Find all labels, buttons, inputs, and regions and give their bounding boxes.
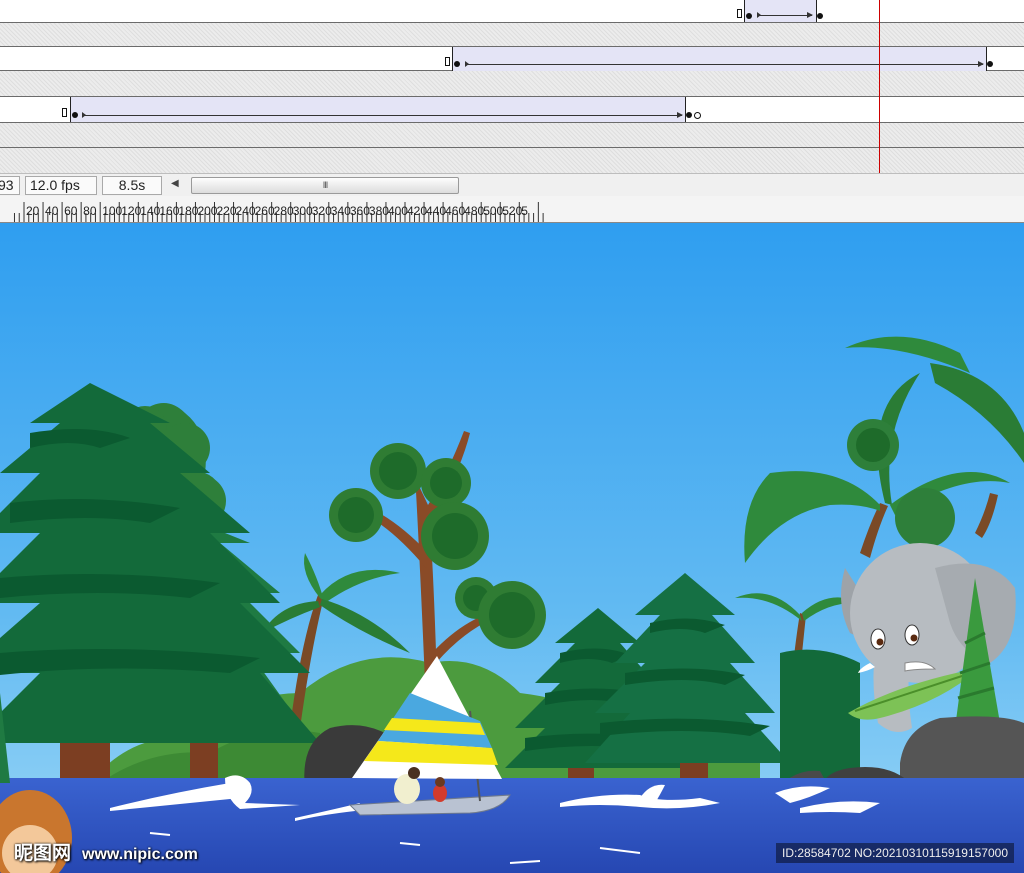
timeline-layer-row[interactable] — [0, 148, 1024, 173]
ruler-tick-label: 300 — [293, 204, 313, 218]
frame-rate-field[interactable]: 12.0 fps — [25, 176, 97, 195]
ruler-tick-label: 60 — [64, 204, 78, 218]
ruler-tick-label: 140 — [140, 204, 160, 218]
ruler-tick-label: 80 — [83, 204, 97, 218]
tween-arrow — [465, 61, 984, 67]
keyframe-marker[interactable] — [737, 9, 742, 18]
ruler-tick-label: 440 — [426, 204, 446, 218]
empty-keyframe[interactable] — [694, 112, 701, 119]
timeline-status-bar: 93 12.0 fps 8.5s ◀ III — [0, 173, 1024, 196]
ruler-tick-label: 340 — [331, 204, 351, 218]
ruler-tick-label: 360 — [350, 204, 370, 218]
ruler-tick-label: 500 — [483, 204, 503, 218]
timeline-layer-row[interactable] — [0, 0, 1024, 23]
horizontal-scrollbar-thumb[interactable]: III — [191, 177, 459, 194]
keyframe-dot[interactable] — [72, 112, 78, 118]
elapsed-time-field: 8.5s — [102, 176, 162, 195]
ruler-tick-label: 120 — [121, 204, 141, 218]
ruler-ticks: 20 40 60 80 100 120 140 160 180 200 220 240 260 280 30… — [13, 202, 544, 222]
ruler-tick-label: 520 — [502, 204, 522, 218]
ruler-tick-label: 200 — [197, 204, 217, 218]
stage-canvas[interactable]: 昵图网 www.nipic.com ID:28584702 NO:2021031… — [0, 223, 1024, 873]
watermark-id-badge: ID:28584702 NO:20210310115919157000 — [776, 843, 1014, 863]
keyframe-marker[interactable] — [62, 108, 67, 117]
keyframe-dot[interactable] — [817, 13, 823, 19]
playhead[interactable] — [879, 0, 880, 173]
ruler-tick-label: 380 — [369, 204, 389, 218]
watermark-url: www.nipic.com — [82, 846, 198, 863]
timeline-layer-row[interactable] — [0, 97, 1024, 123]
tween-arrow — [82, 112, 683, 118]
cartoon-scene — [0, 223, 1024, 873]
ruler-tick-label: 20 — [26, 204, 40, 218]
timeline-layer-row[interactable] — [0, 23, 1024, 47]
keyframe-dot[interactable] — [454, 61, 460, 67]
ruler-tick-label: 400 — [388, 204, 408, 218]
ruler-tick-label: 280 — [274, 204, 294, 218]
ruler-tick-label: 160 — [159, 204, 179, 218]
ruler-tick-label: 260 — [255, 204, 275, 218]
ruler-tick-label: 100 — [102, 204, 122, 218]
motion-tween-span[interactable] — [744, 0, 817, 22]
current-frame-field[interactable]: 93 — [0, 176, 20, 195]
keyframe-marker[interactable] — [445, 57, 450, 66]
ruler-tick-label: 220 — [217, 204, 237, 218]
ruler-tick-label: 460 — [445, 204, 465, 218]
ruler-tick-label: 420 — [407, 204, 427, 218]
ruler-tick-label: 5 — [521, 204, 528, 218]
keyframe-dot[interactable] — [746, 13, 752, 19]
timeline-layer-row[interactable] — [0, 123, 1024, 148]
timeline-panel — [0, 0, 1024, 173]
stage-ruler: 20 40 60 80 100 120 140 160 180 200 220 240 260 280 30… — [0, 196, 1024, 223]
ruler-tick-label: 480 — [464, 204, 484, 218]
timeline-layer-row[interactable] — [0, 71, 1024, 97]
timeline-layer-row[interactable] — [0, 47, 1024, 71]
keyframe-dot[interactable] — [987, 61, 993, 67]
watermark-logo: 昵图网 — [14, 843, 72, 864]
tween-arrow — [757, 12, 813, 18]
scroll-left-arrow-icon[interactable]: ◀ — [171, 178, 179, 189]
ruler-tick-label: 180 — [178, 204, 198, 218]
motion-tween-span[interactable] — [70, 97, 686, 122]
motion-tween-span[interactable] — [452, 47, 987, 71]
ruler-tick-label: 320 — [312, 204, 332, 218]
keyframe-dot[interactable] — [686, 112, 692, 118]
ruler-tick-label: 240 — [236, 204, 256, 218]
ruler-tick-label: 40 — [45, 204, 59, 218]
